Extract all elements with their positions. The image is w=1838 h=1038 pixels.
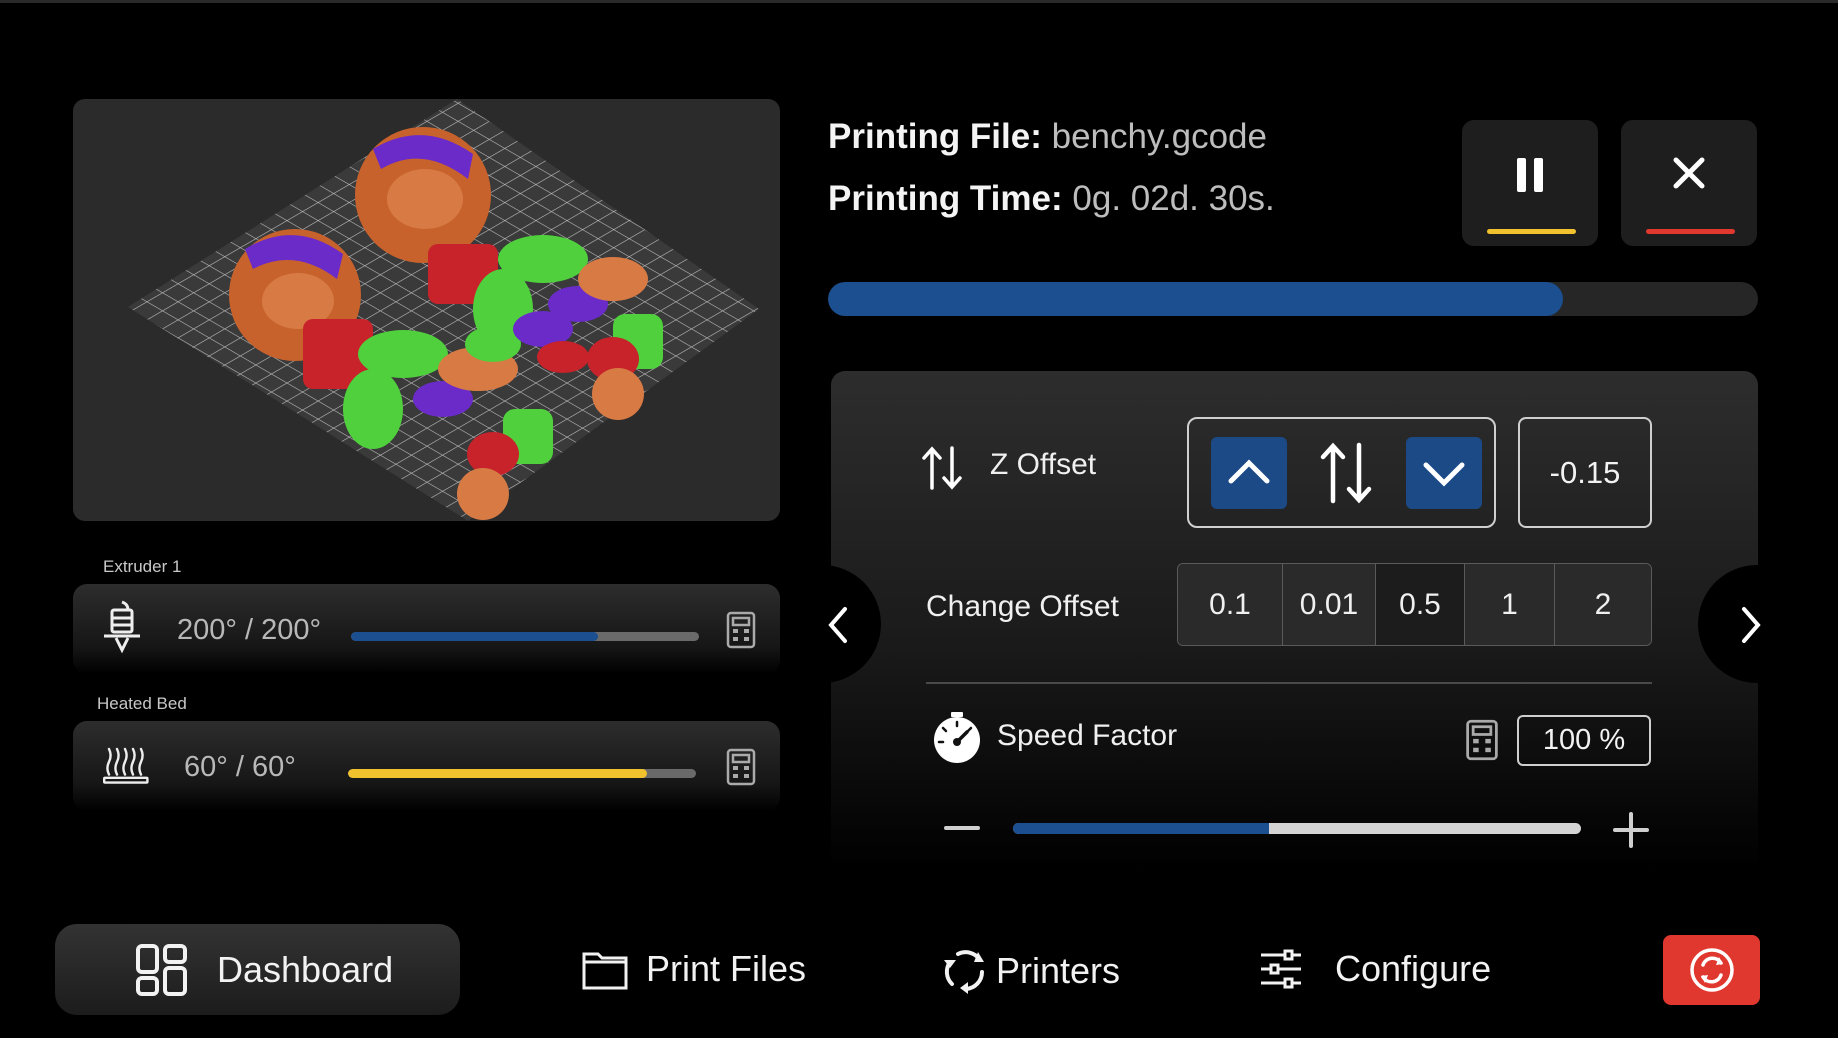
printers-sync-icon [944, 950, 985, 994]
print-preview [73, 99, 780, 521]
nav-configure-label: Configure [1335, 948, 1492, 989]
speed-increase-button[interactable] [1613, 812, 1649, 848]
pause-icon [1517, 158, 1543, 192]
z-offset-arrows-icon [1320, 442, 1372, 504]
z-offset-down-button[interactable] [1406, 437, 1482, 509]
cancel-indicator [1646, 229, 1735, 234]
extruder-temp-fill [351, 632, 599, 641]
dashboard-icon [136, 943, 187, 996]
emergency-restart-button[interactable] [1663, 935, 1760, 1005]
speed-factor-fill [1013, 823, 1269, 834]
printing-file-name: benchy.gcode [1051, 117, 1267, 156]
chevron-right-icon [1742, 607, 1761, 643]
offset-option[interactable]: 2 [1555, 564, 1651, 645]
nav-printers-label: Printers [996, 950, 1121, 991]
printing-file: Printing File: benchy.gcode [828, 117, 1267, 157]
offset-option-selected[interactable]: 0.5 [1376, 564, 1465, 645]
panel-divider [926, 682, 1652, 684]
chevron-left-icon [828, 607, 847, 643]
bed-temp-value: 60° / 60° [184, 751, 296, 783]
folder-icon [582, 952, 628, 990]
z-offset-stepper [1187, 417, 1496, 528]
nozzle-icon [104, 600, 140, 654]
extruder-temp-value: 200° / 200° [177, 614, 322, 646]
sliders-icon [1261, 949, 1301, 989]
cancel-button[interactable] [1621, 120, 1757, 246]
nav-printers[interactable]: Printers [942, 948, 1120, 994]
printing-file-label: Printing File: [828, 117, 1042, 156]
nav-print-files[interactable]: Print Files [582, 948, 806, 990]
pause-indicator [1487, 229, 1576, 234]
printing-time: Printing Time: 0g. 02d. 30s. [828, 179, 1275, 219]
pause-button[interactable] [1462, 120, 1598, 246]
print-progress-fill [828, 282, 1563, 316]
nav-print-files-label: Print Files [646, 948, 807, 989]
bed-label: Heated Bed [97, 694, 187, 713]
speedometer-icon [934, 712, 980, 763]
bed-card[interactable]: 60° / 60° [73, 721, 780, 811]
offset-option[interactable]: 0.01 [1283, 564, 1376, 645]
nav-configure[interactable]: Configure [1259, 948, 1491, 990]
speed-factor-value: 100 % [1517, 715, 1651, 766]
printing-time-label: Printing Time: [828, 179, 1063, 218]
offset-option[interactable]: 1 [1465, 564, 1555, 645]
speed-factor-label: Speed Factor [997, 719, 1178, 752]
model-helmet-1 [355, 127, 491, 263]
z-offset-label: Z Offset [990, 448, 1097, 481]
extruder-temp-bar [351, 632, 699, 641]
change-offset-selector: 0.1 0.01 0.5 1 2 [1177, 563, 1652, 646]
nav-dashboard-label: Dashboard [217, 948, 394, 990]
calculator-icon[interactable] [726, 611, 756, 649]
change-offset-label: Change Offset [926, 590, 1119, 623]
bed-temp-fill [348, 769, 648, 778]
z-offset-value: -0.15 [1518, 417, 1652, 528]
top-border [0, 0, 1838, 3]
heated-bed-icon [103, 747, 149, 784]
chevron-up-icon [1228, 459, 1270, 484]
calculator-icon[interactable] [726, 748, 756, 786]
speed-decrease-button[interactable] [944, 826, 980, 830]
z-offset-up-button[interactable] [1211, 437, 1287, 509]
print-progress-bar [828, 282, 1758, 316]
restart-icon [1690, 948, 1734, 992]
extruder-card[interactable]: 200° / 200° [73, 584, 780, 674]
nav-dashboard[interactable]: Dashboard [55, 924, 460, 1015]
chevron-down-icon [1423, 462, 1465, 487]
extruder-label: Extruder 1 [103, 557, 182, 576]
offset-option[interactable]: 0.1 [1178, 564, 1283, 645]
speed-factor-slider[interactable] [1013, 823, 1581, 834]
printing-time-value: 0g. 02d. 30s. [1072, 179, 1275, 218]
close-icon [1673, 157, 1705, 189]
bed-temp-bar [348, 769, 696, 778]
calculator-icon[interactable] [1465, 719, 1499, 761]
z-offset-arrows-icon [922, 446, 962, 490]
